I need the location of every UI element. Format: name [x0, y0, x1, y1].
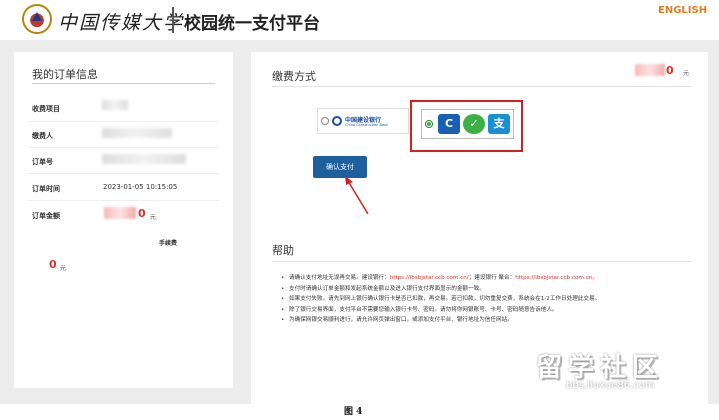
watermark: 留学社区 bbs.liuxue86.com [536, 347, 664, 391]
header-divider [172, 7, 174, 33]
help-item: 支付时请确认订单金额和发起系统金额以及进入银行支付界面显示的金额一致。 [281, 284, 691, 295]
redacted-value [102, 154, 186, 164]
row-divider [28, 173, 219, 174]
order-label-payer: 缴费人 [32, 132, 53, 140]
order-amount-value: 0 [138, 207, 146, 220]
order-label-time: 订单时间 [32, 185, 60, 193]
order-amount-unit: 元 [150, 214, 157, 221]
payment-amount-value: 0 [666, 64, 674, 77]
figure-caption: 图 4 [344, 407, 363, 417]
redacted-amount [635, 64, 665, 76]
payment-amount-unit: 元 [683, 70, 690, 77]
redacted-amount [104, 207, 136, 219]
watermark-text: 留学社区 [536, 353, 665, 383]
redacted-value [102, 128, 172, 138]
ccb-name-en: China Construction Bank [345, 123, 389, 127]
order-panel-title: 我的订单信息 [32, 68, 98, 81]
help-item: 请确认支付地址无误再交易。建设银行：https://ibsbjstar.ccb.… [281, 273, 691, 284]
order-label-number: 订单号 [32, 158, 53, 166]
alipay-icon: 支 [488, 114, 510, 134]
watermark-url: bbs.liuxue86.com [566, 380, 655, 391]
ccb-logo-icon [332, 116, 342, 126]
ccb-radio-button[interactable] [321, 117, 329, 125]
order-label-item: 收费项目 [32, 105, 60, 113]
fee-amount-unit: 元 [60, 265, 67, 272]
help-item: 为确保网银交易顺利进行，请允许网页弹出窗口，或添加支付平台、银行地址为信任网站。 [281, 315, 691, 326]
combined-payment-option[interactable]: C ✓ 支 [421, 109, 514, 139]
redacted-value [102, 100, 128, 110]
payment-method-title: 缴费方式 [272, 70, 316, 83]
help-list: 请确认支付地址无误再交易。建设银行：https://ibsbjstar.ccb.… [281, 273, 691, 326]
wechat-pay-icon: ✓ [463, 114, 485, 134]
annotation-arrow-icon [345, 176, 369, 215]
order-info-panel: 我的订单信息 收费项目 缴费人 订单号 订单时间 2023-01-05 10:1… [14, 52, 233, 388]
help-item: 如果支付失败，请先到网上银行确认银行卡是否已扣款，再交易。若已扣款，切勿重复交费… [281, 294, 691, 305]
order-label-amount: 订单金额 [32, 212, 60, 220]
fee-label: 手续费 [159, 240, 178, 247]
english-language-link[interactable]: ENGLISH [658, 5, 707, 16]
help-item: 除了银行交易界面，支付平台不需要您输入银行卡号、密码。请勿将你网银账号、卡号、密… [281, 305, 691, 316]
help-title: 帮助 [272, 244, 294, 257]
highlight-box: C ✓ 支 [410, 100, 523, 152]
ccb-aggregate-url-link[interactable]: https://ibsbjstar.ccb.com.cn。 [515, 275, 598, 281]
fee-amount-value: 0 [49, 258, 57, 271]
row-divider [28, 121, 219, 122]
ccb-bank-option[interactable]: 中国建设银行 China Construction Bank [317, 108, 409, 134]
divider [32, 83, 215, 84]
divider [272, 86, 692, 87]
university-seal-logo [22, 4, 52, 34]
university-name-logo: 中国传媒大学 [58, 12, 185, 34]
platform-title: 校园统一支付平台 [184, 14, 320, 34]
confirm-payment-button[interactable]: 确认支付 [313, 156, 367, 178]
ccb-icon: C [438, 114, 460, 134]
ccb-url-link[interactable]: https://ibsbjstar.ccb.com.cn/ [390, 275, 469, 281]
order-time-value: 2023-01-05 10:15:05 [103, 183, 178, 191]
row-divider [28, 147, 219, 148]
divider [272, 261, 692, 262]
combined-payment-radio[interactable] [425, 120, 433, 128]
row-divider [28, 200, 219, 201]
site-header: 中国传媒大学 校园统一支付平台 ENGLISH [0, 0, 719, 40]
